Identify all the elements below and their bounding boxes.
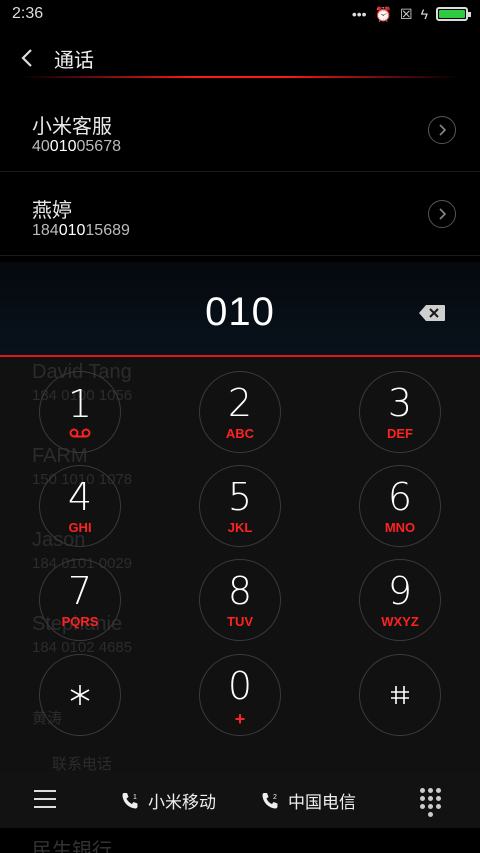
phone-sim1-icon: 1 bbox=[122, 792, 138, 808]
key-5[interactable]: 5 JKL bbox=[199, 465, 281, 547]
dial-display: 010 bbox=[0, 262, 480, 356]
status-icons: ••• ⏰ ☒ ϟ bbox=[351, 5, 471, 23]
bottom-bar: 1 小米移动 2 中国电信 bbox=[0, 772, 480, 828]
key-4[interactable]: 4 GHI bbox=[39, 465, 121, 547]
key-9[interactable]: 9 WXYZ bbox=[359, 559, 441, 641]
hash-icon bbox=[391, 686, 409, 704]
alarm-icon: ⏰ bbox=[374, 5, 393, 22]
battery-icon bbox=[436, 7, 471, 21]
chevron-left-icon bbox=[21, 49, 32, 67]
chevron-right-icon bbox=[439, 124, 447, 136]
keypad: David Tang 184 0100 1056 FARM 150 1010 1… bbox=[0, 357, 480, 773]
contact-number: 4001005678 bbox=[32, 138, 121, 155]
contact-detail-button[interactable] bbox=[428, 116, 456, 144]
dialed-number: 010 bbox=[205, 290, 275, 334]
no-sim-icon: ☒ bbox=[400, 5, 413, 22]
key-hash[interactable] bbox=[359, 654, 441, 736]
contact-detail-button[interactable] bbox=[428, 200, 456, 228]
contact-row[interactable]: 燕婷 18401015689 bbox=[0, 172, 480, 256]
key-3[interactable]: 3 DEF bbox=[359, 371, 441, 453]
page-title: 通话 bbox=[54, 49, 94, 72]
charging-icon: ϟ bbox=[420, 6, 428, 22]
bg-contact-name: 联系电话 bbox=[52, 756, 113, 773]
svg-text:2: 2 bbox=[273, 794, 277, 801]
more-dots-icon: ••• bbox=[351, 6, 367, 22]
back-button[interactable] bbox=[0, 36, 54, 80]
bg-contact-name: 民生银行 bbox=[32, 840, 112, 853]
header: 通话 bbox=[0, 36, 480, 80]
call-sim2-button[interactable]: 2 中国电信 bbox=[260, 788, 356, 813]
footer-strip: 民生银行 bbox=[0, 828, 480, 853]
key-6[interactable]: 6 MNO bbox=[359, 465, 441, 547]
call-sim1-button[interactable]: 1 小米移动 bbox=[120, 788, 216, 813]
key-8[interactable]: 8 TUV bbox=[199, 559, 281, 641]
voicemail-icon bbox=[69, 428, 91, 438]
key-star[interactable] bbox=[39, 654, 121, 736]
backspace-icon[interactable] bbox=[418, 304, 446, 322]
key-0[interactable]: 0 + bbox=[199, 654, 281, 736]
menu-icon[interactable] bbox=[34, 790, 56, 808]
contact-row[interactable]: 小米客服 4001005678 bbox=[0, 88, 480, 172]
contact-number: 18401015689 bbox=[32, 222, 130, 239]
key-2[interactable]: 2 ABC bbox=[199, 371, 281, 453]
header-divider bbox=[20, 76, 460, 78]
dialpad-toggle-icon[interactable] bbox=[420, 788, 442, 817]
asterisk-icon bbox=[70, 685, 90, 705]
contact-name: 燕婷 bbox=[32, 200, 72, 222]
status-time: 2:36 bbox=[12, 5, 44, 22]
chevron-right-icon bbox=[439, 208, 447, 220]
key-1[interactable]: 1 bbox=[39, 371, 121, 453]
phone-sim2-icon: 2 bbox=[262, 792, 278, 808]
contact-name: 小米客服 bbox=[32, 116, 112, 138]
status-bar: 2:36 ••• ⏰ ☒ ϟ bbox=[0, 0, 480, 28]
svg-text:1: 1 bbox=[133, 794, 137, 801]
key-7[interactable]: 7 PQRS bbox=[39, 559, 121, 641]
